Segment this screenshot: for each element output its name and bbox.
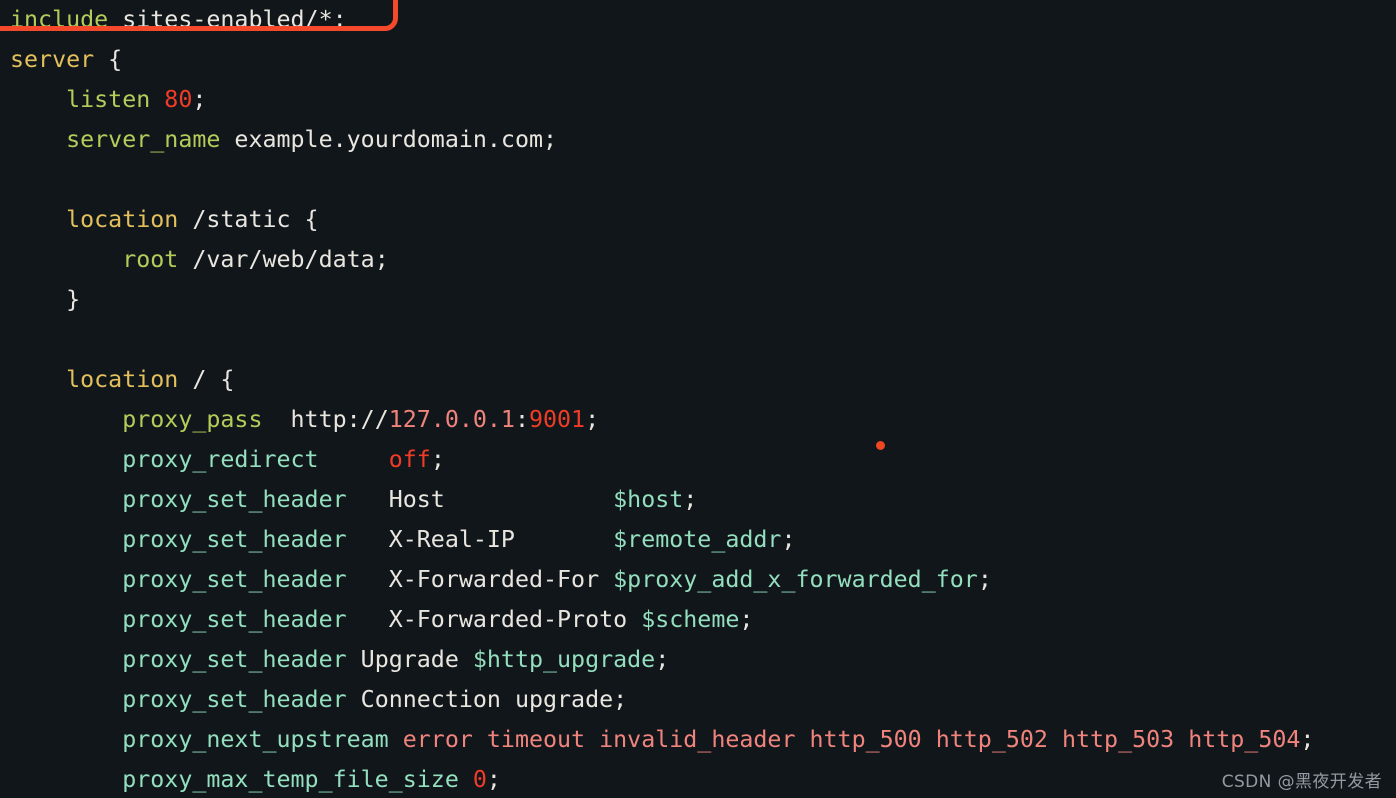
line-blank-2[interactable] [0,320,1396,360]
token-number: 0 [472,766,487,793]
token-mint: proxy_set_header [122,486,347,513]
line-server-name[interactable]: server_name example.yourdomain.com; [0,120,1396,160]
token-mint: proxy_next_upstream [122,726,389,753]
token-plain: ; [781,526,796,553]
line-header-forwarded-proto[interactable]: proxy_set_header X-Forwarded-Proto $sche… [0,600,1396,640]
line-proxy-next-upstream[interactable]: proxy_next_upstream error timeout invali… [0,720,1396,760]
cursor-dot-marker [876,441,885,450]
token-plain: Connection upgrade; [346,686,628,713]
token-plain: X-Real-IP [346,526,614,553]
token-mint: proxy_redirect [122,446,319,473]
token-salmon: 127.0.0.1 [388,406,515,433]
code-editor-screenshot: include sites-enabled/*; server { listen … [0,0,1396,798]
token-plain: sites-enabled/*; [108,6,347,33]
token-plain: / { [178,366,235,393]
token-mint: proxy_set_header [122,606,347,633]
line-blank-1[interactable] [0,160,1396,200]
token-plain: X-Forwarded-Proto [346,606,642,633]
token-plain: ; [655,646,670,673]
token-plain: : [514,406,529,433]
token-plain: ; [486,766,501,793]
token-mint: proxy_set_header [122,646,347,673]
token-mint: $remote_addr [613,526,782,553]
token-number: off [388,446,431,473]
line-proxy-redirect[interactable]: proxy_redirect off; [0,440,1396,480]
nginx-config-code[interactable]: include sites-enabled/*; server { listen … [0,0,1396,798]
line-location-root[interactable]: location / { [0,360,1396,400]
token-number: 9001 [528,406,586,433]
token-plain: { [94,46,123,73]
token-salmon: error timeout invalid_header http_500 ht… [402,726,1301,753]
token-plain: /static { [178,206,319,233]
token-directive: proxy_pass [122,406,263,433]
line-header-connection[interactable]: proxy_set_header Connection upgrade; [0,680,1396,720]
token-plain: ; [739,606,754,633]
token-mint: proxy_set_header [122,526,347,553]
line-header-upgrade[interactable]: proxy_set_header Upgrade $http_upgrade; [0,640,1396,680]
csdn-watermark: CSDN @黑夜开发者 [1221,772,1382,792]
token-mint: proxy_set_header [122,566,347,593]
token-mint: $host [613,486,684,513]
line-close-static[interactable]: } [0,280,1396,320]
token-plain: Upgrade [346,646,473,673]
line-server-open[interactable]: server { [0,40,1396,80]
token-plain: example.yourdomain.com; [220,126,558,153]
token-mint: proxy_max_temp_file_size [122,766,459,793]
token-directive: include [10,6,109,33]
line-include[interactable]: include sites-enabled/*; [0,0,1396,40]
token-mint: $scheme [641,606,740,633]
token-mint: proxy_set_header [122,686,347,713]
token-plain: ; [683,486,698,513]
line-header-real-ip[interactable]: proxy_set_header X-Real-IP $remote_addr; [0,520,1396,560]
line-proxy-pass[interactable]: proxy_pass http://127.0.0.1:9001; [0,400,1396,440]
token-plain: X-Forwarded-For [346,566,614,593]
line-header-forwarded-for[interactable]: proxy_set_header X-Forwarded-For $proxy_… [0,560,1396,600]
line-location-static[interactable]: location /static { [0,200,1396,240]
token-mint: $http_upgrade [472,646,656,673]
token-number: 80 [164,86,193,113]
line-proxy-max-temp[interactable]: proxy_max_temp_file_size 0; [0,760,1396,798]
token-block: location [66,366,179,393]
token-plain: /var/web/data; [178,246,389,273]
token-plain: ; [585,406,600,433]
token-directive: listen [66,86,151,113]
token-plain: ; [977,566,992,593]
token-directive: root [122,246,179,273]
token-plain: ; [430,446,445,473]
token-directive: server_name [66,126,221,153]
token-plain: Host [346,486,614,513]
token-mint: $proxy_add_x_forwarded_for [613,566,978,593]
token-plain: ; [192,86,207,113]
line-header-host[interactable]: proxy_set_header Host $host; [0,480,1396,520]
token-plain: } [66,286,81,313]
token-block: server [10,46,95,73]
line-root[interactable]: root /var/web/data; [0,240,1396,280]
token-plain: ; [1300,726,1315,753]
token-block: location [66,206,179,233]
token-plain: http:// [262,406,389,433]
line-listen[interactable]: listen 80; [0,80,1396,120]
